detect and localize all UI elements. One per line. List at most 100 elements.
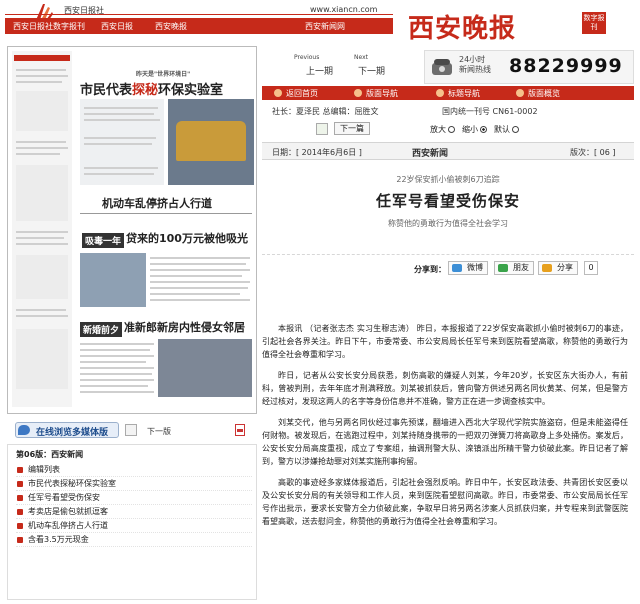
share-weibo-button[interactable]: 微博 [448,261,488,275]
headline-part: 市民代表 [80,83,133,98]
nav-xian-evening[interactable]: 西安晚报 [155,21,187,32]
page-nav-bar: 返回首页 版面导航 标题导航 版面概览 [262,86,634,100]
next-small: Next [354,54,368,61]
nav-xian-daily[interactable]: 西安日报 [101,21,133,32]
zoom-big-option[interactable]: 放大 [430,124,455,135]
share-friends-button[interactable]: 朋友 [494,261,534,275]
article-tools: 下一篇 放大 缩小 默认 [262,120,634,138]
next-page-link[interactable]: 下一版 [147,426,171,437]
zoom-default-label: 默认 [494,125,510,134]
issue-date: 日期：[ 2014年6月6日 ] [272,148,362,157]
zoom-small-option[interactable]: 缩小 [462,124,487,135]
zoom-big-label: 放大 [430,125,446,134]
next-page-icon[interactable] [125,424,137,436]
hotline-label-b: 新闻热线 [459,65,491,74]
divider [262,254,634,255]
zoom-big-radio[interactable] [448,126,455,133]
toc-items: 编辑列表 市民代表探秘环保实验室 任军号看望受伤保安 考卖店是偷包就抓逗客 机动… [16,463,252,547]
weibo-icon [452,264,462,272]
nav-xian-news[interactable]: 西安新闻网 [305,21,345,32]
hotline-number: 88229999 [509,55,623,77]
nav-layout[interactable]: 版面导航 [366,88,398,99]
page-headline-4: 准新郎新房内性侵女邻居 [124,321,245,334]
home-dot-icon [274,89,282,97]
share-label: 分享到： [414,265,446,274]
hotline-label: 24小时 新闻热线 [459,55,493,75]
toc-item[interactable]: 考卖店是偷包就抓逗客 [16,505,252,519]
page-photo-2 [80,253,146,307]
dateline-bar: 日期：[ 2014年6月6日 ] 西安新闻 版次：[ 06 ] [262,142,634,160]
brand-logo: 西安晚报 数字报刊 [396,6,634,44]
toc-item[interactable]: 市民代表探秘环保实验室 [16,477,252,491]
hotline-label-a: 24小时 [459,55,486,64]
article-paragraph: 高歌的事迹经多家媒体报道后，引起社会强烈反响。昨日中午，长安区政法委、共青团长安… [262,478,628,526]
newspaper-page-image[interactable]: 昨天是"世界环境日" 市民代表探秘环保实验室 机动车乱停挤占人行道 吸毒一年 贷… [7,46,257,414]
toc-item[interactable]: 含看3.5万元现金 [16,533,252,547]
layout-dot-icon [354,89,362,97]
toc-item[interactable]: 机动车乱停挤占人行道 [16,519,252,533]
page-headline-3: 贷来的100万元被他吸光 [126,232,248,245]
pdf-icon[interactable] [235,424,245,436]
page-masthead-bar [14,55,70,61]
site-url[interactable]: www.xiancn.com [310,5,377,14]
toc-item[interactable]: 任军号看望受伤保安 [16,491,252,505]
next-issue-link[interactable]: 下一期 [358,64,385,77]
page-headline-main: 市民代表探秘环保实验室 [80,79,223,98]
page-photo-3 [158,339,252,397]
nav-home[interactable]: 返回首页 [286,88,318,99]
chat-bubble-icon [18,425,30,435]
top-nav: 西安日报社数字报刊 西安日报 西安晚报 西安新闻网 [5,18,393,34]
page-headline-2: 机动车乱停挤占人行道 [102,197,212,210]
friends-icon [498,264,508,272]
headline-accent: 探秘 [132,83,159,98]
article-title: 任军号看望受伤保安 [375,192,520,210]
editor-names: 社长：夏泽民 总编辑：屈胜文 [272,107,379,116]
section-name: 西安新闻 [412,149,449,159]
share-bar: 分享到： 微博 朋友 分享 0 [262,260,634,278]
share-friends-label: 朋友 [513,263,529,272]
page-headline-4-tag: 新婚前夕 [80,322,123,337]
star-icon [542,264,552,272]
overview-dot-icon [516,89,524,97]
previous-small: Previous [294,54,320,61]
page-headline-3-tag: 吸毒一年 [82,233,125,248]
brand-badge: 数字报刊 [582,12,606,34]
article-paragraph: 刘某交代，他与另两名同伙经过事先预谋，翻墙进入西北大学现代学院实施盗窃，但是未能… [262,418,628,466]
header-rule [5,14,393,15]
photo-sculpture [176,121,246,161]
editorial-info: 社长：夏泽民 总编辑：屈胜文 国内统一刊号 CN61-0002 [262,104,634,118]
next-article-button[interactable]: 下一篇 [334,122,370,135]
share-more-label: 分享 [557,263,573,272]
article-list: 第06版：西安新闻 编辑列表 市民代表探秘环保实验室 任军号看望受伤保安 考卖店… [7,444,257,600]
toc-item[interactable]: 编辑列表 [16,463,252,477]
issue-navigation: Previous 上一期 Next 下一期 [284,48,414,84]
zoom-default-option[interactable]: 默认 [494,124,519,135]
nav-digital-paper[interactable]: 西安日报社数字报刊 [13,21,85,32]
top-header: 西安日报社 www.xiancn.com 西安日报社数字报刊 西安日报 西安晚报… [0,0,640,44]
multimedia-view-button[interactable]: 在线浏览多媒体版 [15,422,119,438]
nav-titles[interactable]: 标题导航 [448,88,480,99]
page-kicker: 昨天是"世界环境日" [136,71,191,78]
nav-overview[interactable]: 版面概览 [528,88,560,99]
print-icon[interactable] [316,123,328,135]
toc-section-title: 第06版：西安新闻 [16,450,84,459]
multimedia-view-label: 在线浏览多媒体版 [36,428,109,438]
article-pretitle: 22岁保安抓小偷被刺6刀追踪 [396,175,500,184]
share-more-button[interactable]: 分享 [538,261,578,275]
media-bar: 在线浏览多媒体版 下一版 [7,420,257,440]
zoom-small-radio[interactable] [480,126,487,133]
share-count: 0 [584,261,598,275]
brand-title: 西安晚报 [408,14,517,44]
headline-part: 环保实验室 [158,83,224,98]
zoom-default-radio[interactable] [512,126,519,133]
previous-issue-link[interactable]: 上一期 [306,64,333,77]
article-body: 本报讯 （记者张志杰 实习生穆志涛） 昨日，本报报道了22岁保安高歌抓小偷时被刺… [262,322,628,536]
article-subtitle: 称赞他的勇敢行为值得全社会学习 [388,219,508,228]
phone-icon [432,59,452,75]
title-dot-icon [436,89,444,97]
share-weibo-label: 微博 [467,263,483,272]
article-paragraph: 昨日，记者从公安长安分局获悉，刺伤高歌的嫌疑人刘某，今年20岁，长安区东大街办人… [262,371,628,406]
article-panel: Previous 上一期 Next 下一期 24小时 新闻热线 88229999… [262,46,636,602]
news-hotline: 24小时 新闻热线 88229999 [424,50,634,84]
edition-number: 版次：[ 06 ] [570,148,616,157]
